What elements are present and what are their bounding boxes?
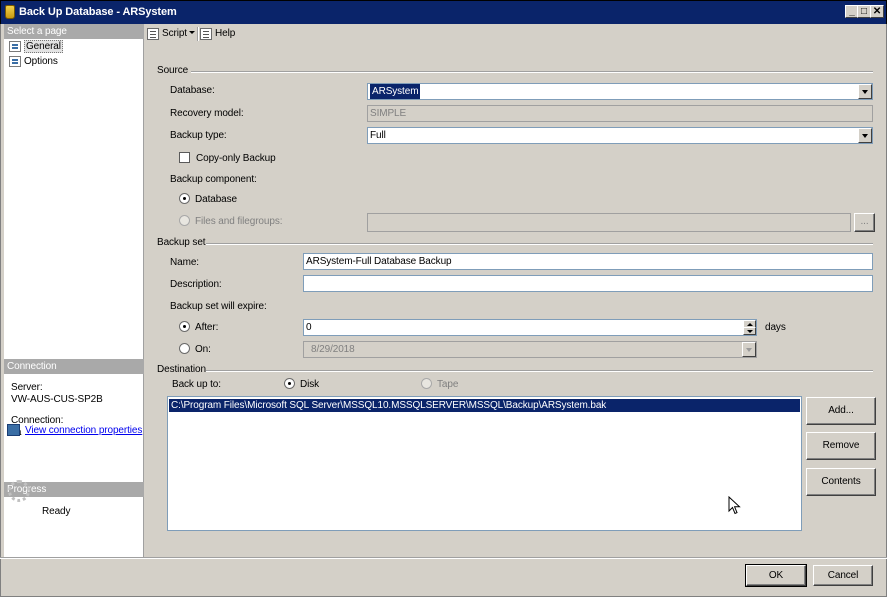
back-up-to-label: Back up to: <box>172 379 221 390</box>
component-database-label: Database <box>195 194 238 205</box>
name-input[interactable]: ARSystem-Full Database Backup <box>303 253 873 270</box>
description-input[interactable] <box>303 275 873 292</box>
backup-component-label: Backup component: <box>170 174 257 185</box>
list-item[interactable]: C:\Program Files\Microsoft SQL Server\MS… <box>169 399 800 412</box>
component-files-label: Files and filegroups: <box>195 216 283 227</box>
page-icon <box>9 56 21 67</box>
destination-list[interactable]: C:\Program Files\Microsoft SQL Server\MS… <box>167 396 802 531</box>
copy-only-checkbox[interactable] <box>179 152 190 163</box>
expire-date-picker: 8/29/2018 <box>303 341 757 358</box>
script-button[interactable]: Script <box>147 27 187 41</box>
expire-label: Backup set will expire: <box>170 301 267 312</box>
help-icon <box>200 28 212 40</box>
disk-label: Disk <box>300 379 320 390</box>
remove-button[interactable]: Remove <box>806 432 876 460</box>
destination-divider <box>206 370 873 371</box>
chevron-down-icon <box>742 342 756 357</box>
disk-radio[interactable] <box>284 378 295 389</box>
backup-type-label: Backup type: <box>170 130 227 141</box>
server-label: Server: <box>11 382 43 393</box>
help-label: Help <box>215 28 236 39</box>
tape-label: Tape <box>437 379 459 390</box>
expire-days-stepper[interactable]: 0 <box>303 319 757 336</box>
expire-after-radio[interactable] <box>179 321 190 332</box>
cancel-button[interactable]: Cancel <box>813 565 873 586</box>
expire-after-label: After: <box>195 322 219 333</box>
help-button[interactable]: Help <box>200 27 235 41</box>
script-label: Script <box>162 28 187 39</box>
connection-properties-icon[interactable] <box>7 424 20 436</box>
backup-set-group-label: Backup set <box>157 237 206 248</box>
backup-type-value: Full <box>370 130 386 141</box>
database-icon <box>5 5 15 19</box>
copy-only-label: Copy-only Backup <box>196 153 276 164</box>
expire-date-value: 8/29/2018 <box>311 344 355 355</box>
spin-buttons[interactable] <box>743 320 756 335</box>
expire-on-label: On: <box>195 344 211 355</box>
view-connection-properties-link[interactable]: View connection properties <box>25 425 142 436</box>
add-button[interactable]: Add... <box>806 397 876 425</box>
backup-type-select[interactable]: Full <box>367 127 873 144</box>
page-item-label: Options <box>24 56 58 67</box>
close-button[interactable]: ✕ <box>870 5 884 18</box>
component-database-radio[interactable] <box>179 193 190 204</box>
toolbar: Script Help <box>145 24 886 44</box>
connection-header: Connection <box>4 359 144 374</box>
script-dropdown-arrow-icon[interactable] <box>189 31 195 34</box>
backup-set-divider <box>206 243 873 244</box>
files-browse-button[interactable]: ... <box>854 213 875 232</box>
database-label: Database: <box>170 85 215 96</box>
destination-group-label: Destination <box>157 364 206 375</box>
select-page-header: Select a page <box>4 24 144 39</box>
footer-divider <box>0 557 887 558</box>
name-label: Name: <box>170 257 199 268</box>
chevron-down-icon[interactable] <box>858 84 872 99</box>
source-divider <box>191 71 873 72</box>
contents-button[interactable]: Contents <box>806 468 876 496</box>
ok-button[interactable]: OK <box>745 564 807 587</box>
expire-on-radio[interactable] <box>179 343 190 354</box>
database-value: ARSystem <box>370 84 421 99</box>
chevron-down-icon[interactable] <box>858 128 872 143</box>
files-filegroups-field <box>367 213 851 232</box>
source-group-label: Source <box>157 65 189 76</box>
left-pane: Select a page General Options Connection… <box>4 24 144 557</box>
recovery-model-label: Recovery model: <box>170 108 244 119</box>
window-title: Back Up Database - ARSystem <box>19 6 177 18</box>
progress-status: Ready <box>42 506 71 517</box>
page-item-options[interactable]: Options <box>8 55 58 68</box>
spin-down-icon[interactable] <box>743 327 756 335</box>
maximize-button[interactable]: □ <box>857 5 871 18</box>
tape-radio[interactable] <box>421 378 432 389</box>
description-label: Description: <box>170 279 222 290</box>
component-files-radio[interactable] <box>179 215 190 226</box>
script-icon <box>147 28 159 40</box>
page-item-general[interactable]: General <box>8 40 63 53</box>
database-select[interactable]: ARSystem <box>367 83 873 100</box>
page-icon <box>9 41 21 52</box>
toolbar-separator <box>197 27 198 41</box>
days-label: days <box>765 322 786 333</box>
mouse-pointer-icon <box>728 496 741 515</box>
expire-days-value: 0 <box>306 322 312 333</box>
progress-spinner-icon <box>8 480 30 502</box>
recovery-model-field: SIMPLE <box>367 105 873 122</box>
server-value: VW-AUS-CUS-SP2B <box>11 394 103 405</box>
page-item-label: General <box>24 40 63 53</box>
